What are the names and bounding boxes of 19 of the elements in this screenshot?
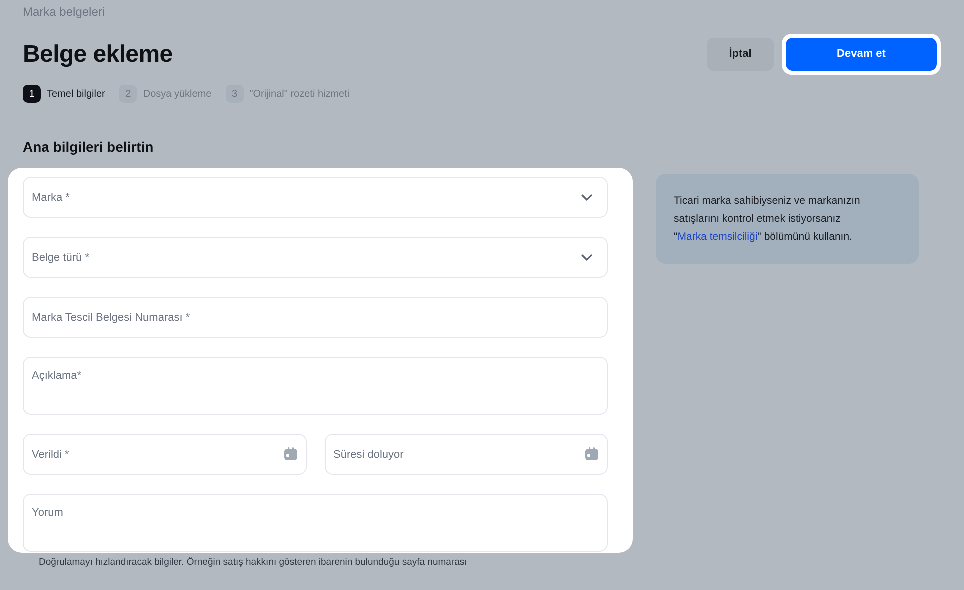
continue-button[interactable]: Devam et (786, 38, 937, 70)
cancel-button[interactable]: İptal (707, 38, 774, 70)
input-field[interactable]: Marka Tescil Belgesi Numarası * (23, 297, 608, 338)
dropdown[interactable]: Marka * (23, 177, 608, 218)
info-text: Ticari marka sahibiyseniz ve markanızın satışlarını kontrol etmek istiyorsanız "Marka temsilciliği" bölümünü kullanın. (674, 194, 862, 245)
field-hint: Doğrulamayı hızlandıracak bilgiler. Örneğin satış hakkını gösteren ibarenin bulunduğu sayfa numarası (39, 557, 468, 568)
chevron-down-icon (581, 254, 593, 262)
representation-link[interactable]: Marka temsilciliği (678, 231, 758, 243)
date-field[interactable]: Süresi doluyor (324, 434, 608, 475)
step-number[interactable]: 1 (23, 85, 41, 103)
date-field[interactable]: Verildi * (23, 434, 306, 475)
calendar-icon (585, 447, 599, 461)
step-label[interactable]: Temel bilgiler (47, 88, 106, 100)
section-heading: Ana bilgileri belirtin (23, 139, 155, 155)
chevron-down-icon (581, 194, 593, 202)
text-area[interactable]: Yorum (23, 494, 608, 552)
dropdown[interactable]: Belge türü * (23, 237, 608, 278)
page-title: Belge ekleme (23, 41, 174, 69)
text-area[interactable]: Açıklama* (23, 357, 608, 415)
